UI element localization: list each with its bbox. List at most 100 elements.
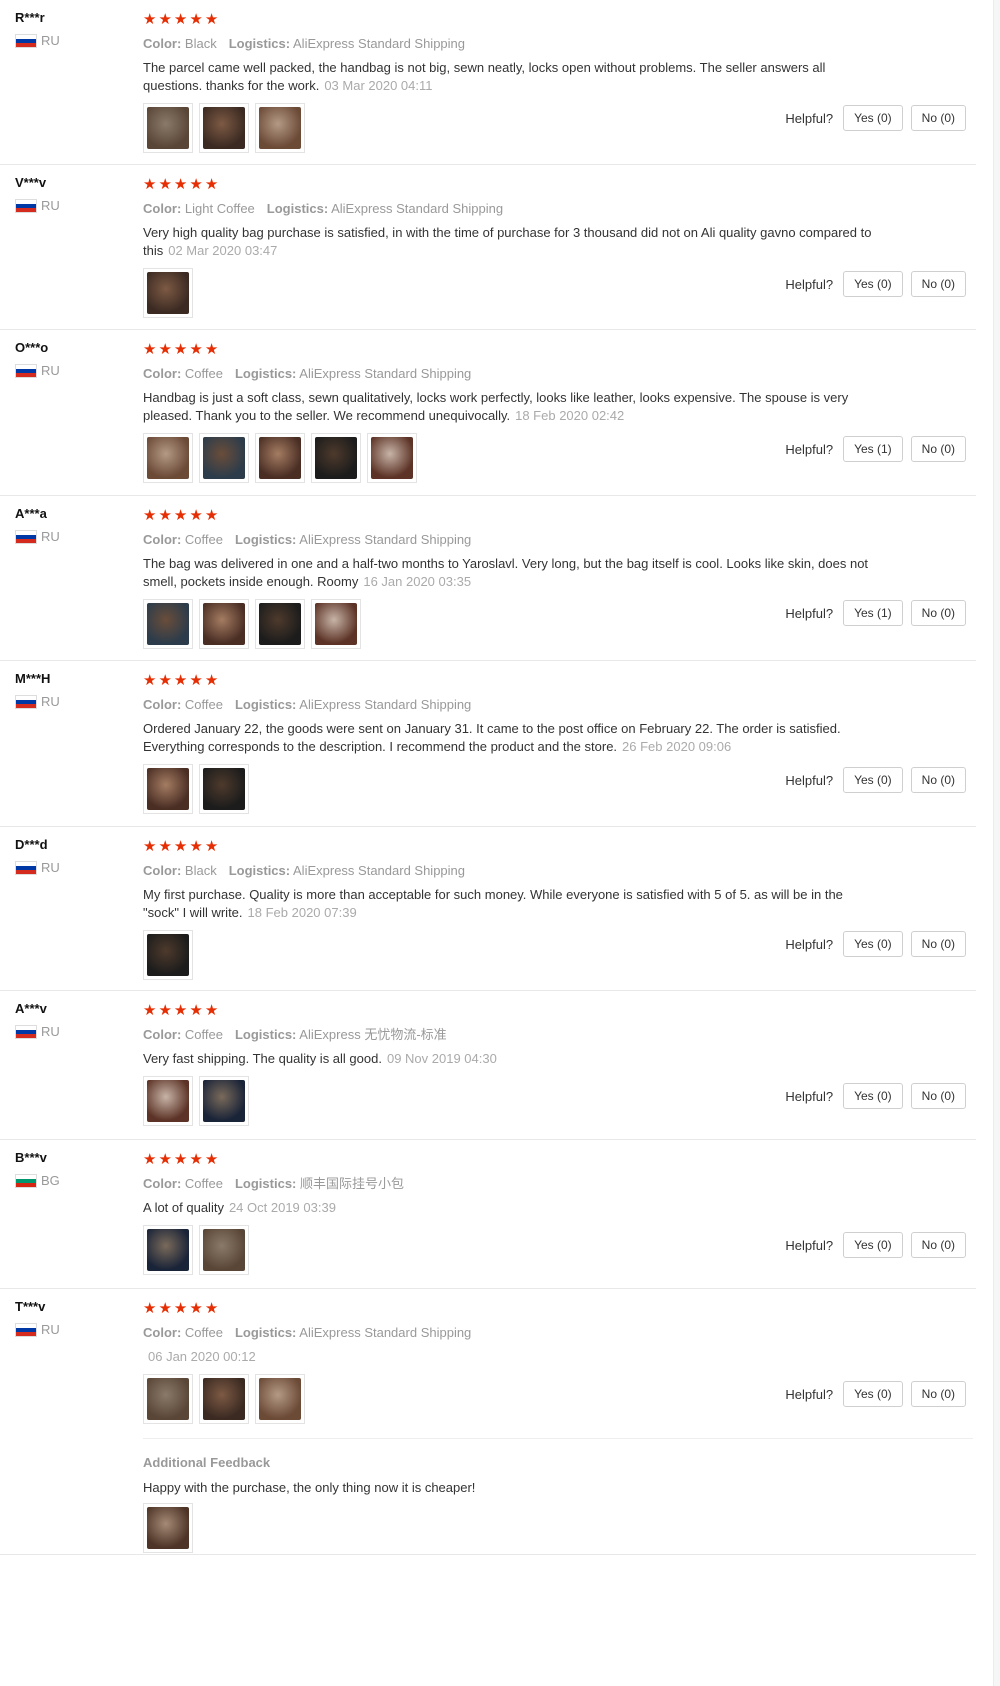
color-label: Color:: [143, 201, 182, 216]
review-photo-thumbnail[interactable]: [199, 764, 249, 814]
review-photo-thumbnail[interactable]: [199, 1076, 249, 1126]
review-photo-thumbnail[interactable]: [143, 433, 193, 483]
helpful-label: Helpful?: [785, 605, 834, 621]
star-icon: ★: [158, 11, 172, 28]
color-label: Color:: [143, 366, 182, 381]
order-info: Color: Coffee Logistics: AliExpress Stand…: [143, 696, 883, 714]
review-content: ★ ★ ★ ★ ★ Color: Black Logistics: AliExpress S…: [143, 839, 883, 980]
star-icon: ★: [189, 176, 203, 193]
additional-feedback-title: Additional Feedback: [143, 1455, 271, 1470]
star-rating: ★ ★ ★ ★ ★: [143, 12, 883, 27]
star-icon: ★: [173, 507, 188, 524]
review-photo-thumbnail[interactable]: [143, 599, 193, 649]
helpful-no-button[interactable]: No (0): [910, 436, 966, 462]
review-photo-thumbnail[interactable]: [143, 930, 193, 980]
color-value: Coffee: [184, 697, 223, 712]
star-rating: ★ ★ ★ ★ ★: [143, 177, 883, 192]
star-icon: ★: [173, 1300, 188, 1317]
reviewer-name: R***r: [15, 10, 45, 25]
reviewer-name: O***o: [15, 340, 49, 355]
logistics-value: AliExpress Standard Shipping: [299, 366, 472, 381]
review-photo-thumbnail[interactable]: [143, 764, 193, 814]
review-body: A lot of quality: [143, 1200, 224, 1215]
helpful-no-button[interactable]: No (0): [910, 1083, 966, 1109]
review-photo-thumbnail[interactable]: [255, 433, 305, 483]
helpful-no-button[interactable]: No (0): [910, 105, 966, 131]
star-icon: ★: [143, 507, 157, 524]
review-photo-thumbnail[interactable]: [143, 103, 193, 153]
review-photo-thumbnail[interactable]: [143, 1503, 193, 1553]
divider: [143, 1438, 973, 1439]
review-photo-thumbnail[interactable]: [255, 103, 305, 153]
helpful-no-button[interactable]: No (0): [910, 767, 966, 793]
helpful-yes-button[interactable]: Yes (0): [843, 1381, 903, 1407]
review-photo-thumbnail[interactable]: [143, 1076, 193, 1126]
helpful-yes-button[interactable]: Yes (1): [843, 436, 903, 462]
helpful-no-button[interactable]: No (0): [910, 271, 966, 297]
star-icon: ★: [204, 507, 219, 524]
order-info: Color: Coffee Logistics: AliExpress 无忧物流-…: [143, 1026, 883, 1044]
logistics-label: Logistics:: [228, 863, 291, 878]
review-photos: [143, 599, 883, 649]
helpful-no-button[interactable]: No (0): [910, 1381, 966, 1407]
star-icon: ★: [204, 1300, 219, 1317]
helpful-yes-button[interactable]: Yes (0): [843, 105, 903, 131]
country-code: RU: [41, 33, 60, 48]
review-photo-thumbnail[interactable]: [367, 433, 417, 483]
review-photo-thumbnail[interactable]: [199, 599, 249, 649]
reviewer-info: B***v BG: [15, 1150, 135, 1188]
star-icon: ★: [158, 341, 172, 358]
helpful-yes-button[interactable]: Yes (0): [843, 931, 903, 957]
helpful-label: Helpful?: [785, 276, 834, 292]
helpful-label: Helpful?: [785, 441, 834, 457]
review-photo-thumbnail[interactable]: [199, 433, 249, 483]
helpful-yes-button[interactable]: Yes (0): [843, 271, 903, 297]
review-text: My first purchase. Quality is more than …: [143, 886, 873, 922]
review-photos: [143, 930, 883, 980]
review-photo-thumbnail[interactable]: [199, 1374, 249, 1424]
helpful-vote: Helpful? Yes (1) No (0): [785, 600, 966, 626]
star-icon: ★: [158, 1300, 172, 1317]
helpful-yes-button[interactable]: Yes (0): [843, 1232, 903, 1258]
helpful-no-button[interactable]: No (0): [910, 931, 966, 957]
star-icon: ★: [173, 1002, 188, 1019]
country-code: RU: [41, 860, 60, 875]
review-photo-thumbnail[interactable]: [311, 433, 361, 483]
helpful-yes-button[interactable]: Yes (0): [843, 1083, 903, 1109]
color-label: Color:: [143, 863, 182, 878]
helpful-vote: Helpful? Yes (0) No (0): [785, 1083, 966, 1109]
helpful-yes-button[interactable]: Yes (0): [843, 767, 903, 793]
review-photo-thumbnail[interactable]: [255, 1374, 305, 1424]
review-photo-thumbnail[interactable]: [199, 103, 249, 153]
star-icon: ★: [173, 1151, 188, 1168]
helpful-no-button[interactable]: No (0): [910, 600, 966, 626]
scrollbar[interactable]: [993, 0, 1000, 1686]
additional-feedback-photos: [143, 1503, 883, 1553]
country-flag-icon: [15, 860, 37, 875]
review-content: ★ ★ ★ ★ ★ Color: Coffee Logistics: AliExpress …: [143, 342, 883, 483]
review-photo-thumbnail[interactable]: [199, 1225, 249, 1275]
star-icon: ★: [204, 176, 219, 193]
review-date: 18 Feb 2020 02:42: [515, 408, 625, 423]
country-flag-icon: [15, 198, 37, 213]
helpful-no-button[interactable]: No (0): [910, 1232, 966, 1258]
star-icon: ★: [204, 672, 219, 689]
review-photo-thumbnail[interactable]: [143, 1374, 193, 1424]
helpful-yes-button[interactable]: Yes (1): [843, 600, 903, 626]
reviewer-country: RU: [15, 1024, 135, 1039]
star-icon: ★: [204, 11, 219, 28]
review-photos: [143, 103, 883, 153]
review-text: Handbag is just a soft class, sewn quali…: [143, 389, 873, 425]
review-photo-thumbnail[interactable]: [143, 1225, 193, 1275]
star-rating: ★ ★ ★ ★ ★: [143, 1301, 883, 1316]
color-value: Coffee: [184, 366, 223, 381]
logistics-value: AliExpress Standard Shipping: [331, 201, 504, 216]
star-icon: ★: [158, 1002, 172, 1019]
color-label: Color:: [143, 36, 182, 51]
review-photo-thumbnail[interactable]: [143, 268, 193, 318]
review-text: The parcel came well packed, the handbag…: [143, 59, 873, 95]
review-content: ★ ★ ★ ★ ★ Color: Coffee Logistics: AliExpress …: [143, 673, 883, 814]
order-info: Color: Coffee Logistics: AliExpress Stand…: [143, 365, 883, 383]
review-photo-thumbnail[interactable]: [311, 599, 361, 649]
review-photo-thumbnail[interactable]: [255, 599, 305, 649]
